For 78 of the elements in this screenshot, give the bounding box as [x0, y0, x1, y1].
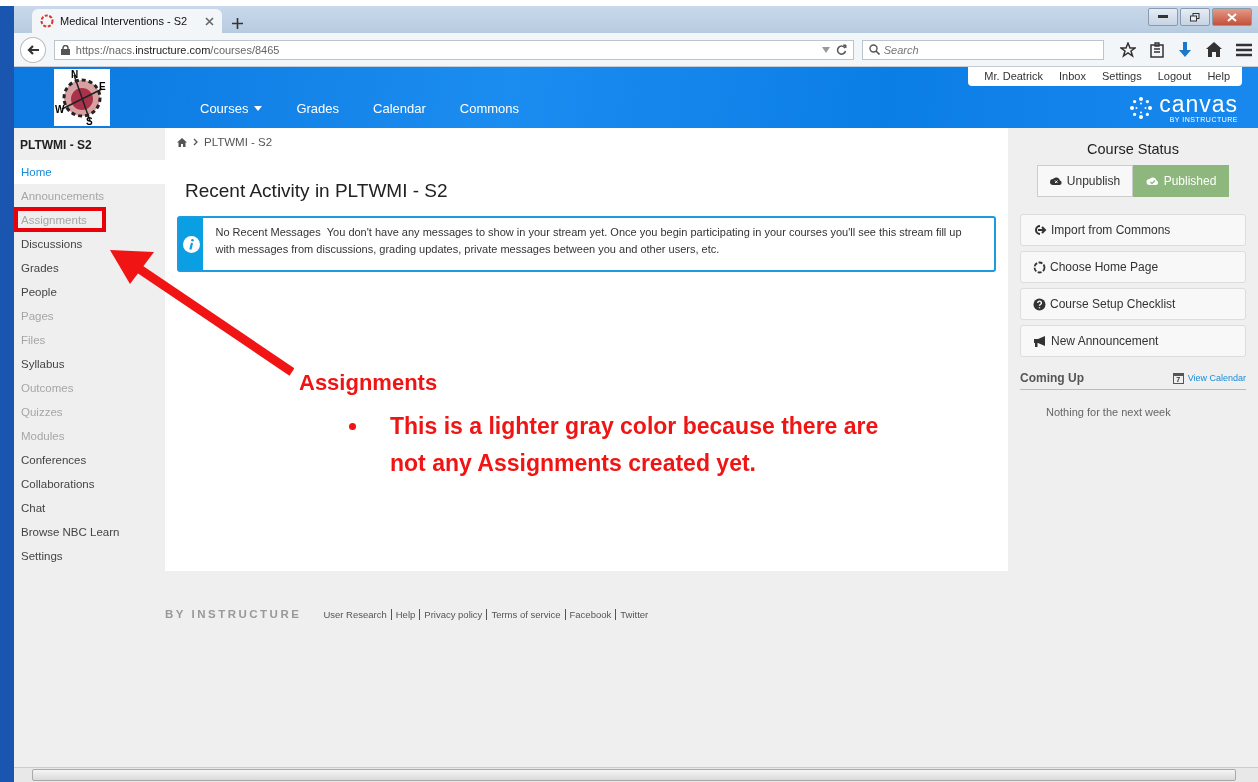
home-icon[interactable] [177, 137, 187, 147]
download-icon[interactable] [1178, 41, 1192, 58]
sidebar-action-button[interactable]: Course Setup Checklist [1020, 288, 1246, 320]
user-link[interactable]: Mr. Deatrick [984, 70, 1044, 82]
breadcrumb-link[interactable]: PLTWMI - S2 [204, 136, 273, 148]
footer-link[interactable]: Terms of service [491, 608, 561, 620]
ring-icon [1033, 260, 1046, 274]
star-icon[interactable] [1120, 41, 1136, 58]
dropdown-icon[interactable] [821, 46, 830, 53]
megaphone-icon [1033, 334, 1047, 348]
info-icon [182, 235, 200, 253]
close-button[interactable] [1212, 8, 1252, 26]
sidebar-item[interactable]: Chat [14, 496, 165, 520]
sidebar-action-button[interactable]: New Announcement [1020, 325, 1246, 357]
reload-icon[interactable] [835, 44, 847, 55]
sidebar-item[interactable]: Grades [14, 256, 165, 280]
lock-icon [60, 44, 70, 55]
cloud-check-icon [1145, 176, 1159, 186]
footer-link[interactable]: Help [395, 608, 416, 620]
minimize-button[interactable] [1148, 8, 1178, 26]
plus-icon[interactable] [232, 18, 243, 29]
brand-name: canvas [1159, 93, 1238, 116]
horizontal-scrollbar[interactable] [14, 767, 1258, 782]
annotation-text: This is a lighter gray color because there are not any Assignments created yet. [390, 412, 880, 478]
section-title: Coming Up [1020, 371, 1084, 385]
browser-tab[interactable]: Medical Interventions - S2 [32, 9, 222, 33]
sidebar-item[interactable]: Conferences [14, 448, 165, 472]
restore-icon [1190, 12, 1200, 22]
clipboard-icon[interactable] [1150, 41, 1164, 58]
compass-logo[interactable]: N E W S [54, 69, 110, 126]
user-link[interactable]: Settings [1101, 70, 1142, 82]
alert-message: No Recent Messages You don't have any messages to show in your stream yet. Once you begin participating in your courses you'll see this stream fill up with messages from discussions, grading updates, private messages between you and other users, etc. [214, 225, 963, 258]
sign-in-icon [1033, 224, 1047, 236]
minimize-icon [1158, 15, 1168, 19]
sidebar-item[interactable]: Discussions [14, 232, 165, 256]
nav-link[interactable]: Commons [459, 101, 520, 116]
cloud-icon [1049, 176, 1062, 186]
sidebar-item[interactable]: Syllabus [14, 352, 165, 376]
nav-link[interactable]: Grades [296, 101, 340, 116]
footer-brand: BY INSTRUCTURE [165, 608, 302, 620]
sidebar-item[interactable]: Home [14, 160, 165, 184]
search-field[interactable]: Search [861, 39, 1104, 60]
close-icon [1227, 12, 1237, 22]
section-title: Course Status [1086, 141, 1180, 157]
search-icon [868, 44, 880, 55]
nav-link[interactable]: Calendar [373, 101, 426, 116]
sidebar-action-button[interactable]: Choose Home Page [1020, 251, 1246, 283]
status-toggle[interactable]: Unpublish [1037, 165, 1133, 197]
footer-link[interactable]: Twitter [620, 608, 649, 620]
home-icon[interactable] [1206, 42, 1222, 57]
annotation-title: Assignments [299, 370, 439, 396]
chevron-icon [193, 138, 198, 146]
user-link[interactable]: Help [1207, 70, 1230, 82]
footer-link[interactable]: User Research [323, 608, 387, 620]
help-icon [1033, 297, 1046, 311]
address-bar[interactable]: https://nacs.instructure.com/courses/8465 [53, 39, 854, 60]
back-arrow-icon [26, 44, 39, 55]
close-icon[interactable] [205, 16, 214, 26]
caret-icon [254, 106, 263, 111]
menu-icon[interactable] [1236, 42, 1252, 57]
nav-link[interactable]: Courses [200, 101, 263, 116]
restore-button[interactable] [1180, 8, 1210, 26]
footer-link[interactable]: Privacy policy [424, 608, 483, 620]
back-button[interactable] [20, 36, 46, 63]
sidebar-item[interactable]: Collaborations [14, 472, 165, 496]
sidebar-action-button[interactable]: Import from Commons [1020, 214, 1246, 246]
sidebar-item[interactable]: Browse NBC Learn [14, 520, 165, 544]
sidebar-item[interactable]: People [14, 280, 165, 304]
canvas-logo-icon [1129, 96, 1154, 120]
empty-message: Nothing for the next week [1046, 406, 1172, 418]
footer-link[interactable]: Facebook [569, 608, 612, 620]
page-heading: Recent Activity in PLTWMI - S2 [185, 180, 449, 202]
course-title: PLTWMI - S2 [19, 137, 93, 154]
ring-icon [40, 14, 54, 28]
sidebar-item[interactable]: Settings [14, 544, 165, 568]
user-link[interactable]: Logout [1157, 70, 1192, 82]
user-link[interactable]: Inbox [1059, 70, 1086, 82]
bullet-icon [349, 423, 356, 430]
